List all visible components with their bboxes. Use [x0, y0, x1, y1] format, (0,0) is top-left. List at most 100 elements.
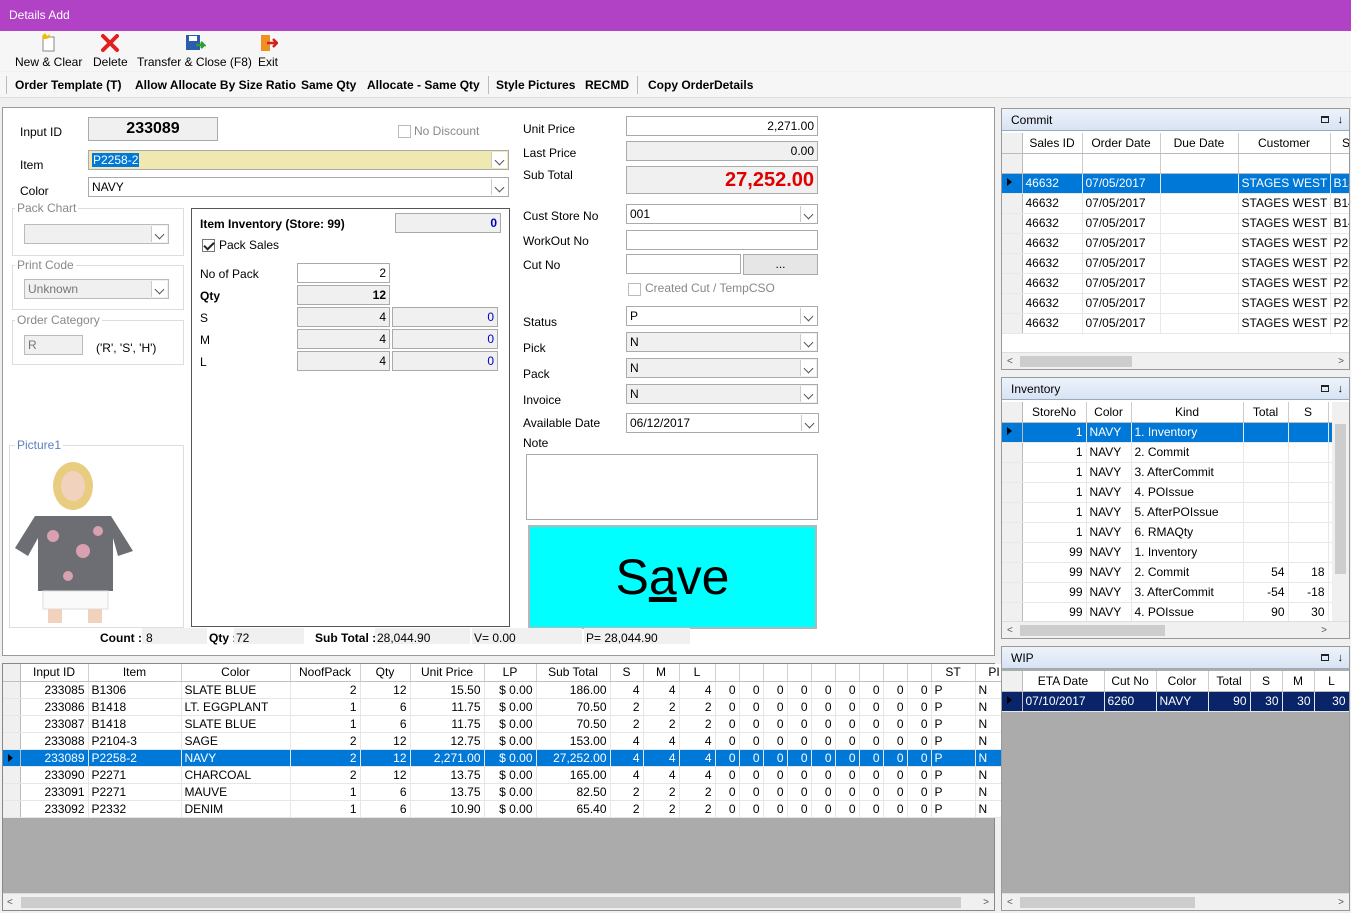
detail-col-header[interactable]: [739, 664, 764, 682]
table-cell[interactable]: 65.40: [536, 800, 611, 818]
table-cell[interactable]: 4: [679, 732, 716, 750]
table-cell[interactable]: 0: [907, 766, 932, 784]
detail-col-header[interactable]: Item: [88, 664, 182, 682]
table-cell[interactable]: 07/05/2017: [1082, 173, 1161, 194]
scroll-thumb[interactable]: [1020, 625, 1165, 636]
table-cell[interactable]: 0: [907, 715, 932, 733]
table-cell[interactable]: B14: [1330, 213, 1349, 234]
table-cell[interactable]: 0: [859, 766, 884, 784]
inventory-col-header[interactable]: Kind: [1131, 402, 1244, 423]
table-cell[interactable]: 6: [360, 783, 411, 801]
table-cell[interactable]: 4: [679, 766, 716, 784]
commit-col-header[interactable]: Order Date: [1082, 133, 1161, 154]
table-cell[interactable]: 0: [835, 732, 860, 750]
table-cell[interactable]: 90: [1208, 691, 1251, 712]
wip-col-header[interactable]: L: [1314, 671, 1349, 692]
table-cell[interactable]: 0: [907, 800, 932, 818]
table-cell[interactable]: 2: [679, 783, 716, 801]
menu-style-pictures[interactable]: Style Pictures: [496, 78, 575, 92]
table-cell[interactable]: P: [931, 698, 976, 716]
table-row[interactable]: 4663207/05/2017 STAGES WESTB14: [1002, 213, 1349, 234]
chevron-down-icon[interactable]: [800, 206, 816, 222]
table-cell[interactable]: SAGE: [181, 732, 291, 750]
table-cell[interactable]: 233089: [20, 749, 89, 767]
table-cell[interactable]: B14: [1330, 193, 1349, 214]
table-cell[interactable]: P: [931, 681, 976, 699]
table-cell[interactable]: 46632: [1022, 173, 1083, 194]
row-header[interactable]: [1002, 691, 1023, 712]
table-cell[interactable]: 4: [643, 749, 680, 767]
row-header[interactable]: [1002, 213, 1023, 234]
row-header[interactable]: [1002, 602, 1023, 622]
row-header[interactable]: [1002, 422, 1023, 443]
table-cell[interactable]: 13.75: [410, 783, 485, 801]
table-cell[interactable]: 233088: [20, 732, 89, 750]
table-cell[interactable]: 1: [1022, 442, 1087, 463]
table-cell[interactable]: NAVY: [1086, 502, 1132, 523]
table-cell[interactable]: 0: [835, 783, 860, 801]
maximize-icon[interactable]: [1321, 385, 1329, 392]
table-cell[interactable]: 12: [360, 749, 411, 767]
table-cell[interactable]: STAGES WEST: [1238, 213, 1331, 234]
table-row[interactable]: 4663207/05/2017 STAGES WESTP22: [1002, 293, 1349, 314]
detail-col-header[interactable]: M: [643, 664, 680, 682]
table-cell[interactable]: 46632: [1022, 253, 1083, 274]
inventory-col-header[interactable]: S: [1288, 402, 1329, 423]
table-cell[interactable]: 3. AfterCommit: [1131, 462, 1244, 483]
detail-col-header[interactable]: Input ID: [20, 664, 89, 682]
table-row[interactable]: 4663207/05/2017 STAGES WESTB14: [1002, 193, 1349, 214]
table-cell[interactable]: 2: [610, 783, 644, 801]
table-cell[interactable]: 13.75: [410, 766, 485, 784]
table-cell[interactable]: 0: [883, 681, 908, 699]
no-of-pack-field[interactable]: 2: [297, 263, 390, 283]
wip-grid[interactable]: ETA Date Cut No Color Total S M L 07/10/2017 62…: [1002, 671, 1349, 731]
row-header[interactable]: [1002, 462, 1023, 483]
table-cell[interactable]: P2271: [88, 766, 182, 784]
detail-col-header[interactable]: Qty: [360, 664, 411, 682]
table-cell[interactable]: 0: [811, 749, 836, 767]
detail-col-header[interactable]: Unit Price: [410, 664, 485, 682]
table-cell[interactable]: [1160, 293, 1239, 314]
table-cell[interactable]: 0: [715, 681, 740, 699]
table-row[interactable]: 4663207/05/2017 STAGES WESTP22: [1002, 273, 1349, 294]
table-cell[interactable]: 0: [715, 698, 740, 716]
table-cell[interactable]: STAGES WEST: [1238, 173, 1331, 194]
table-cell[interactable]: 0: [787, 749, 812, 767]
table-cell[interactable]: $ 0.00: [484, 715, 537, 733]
chevron-down-icon[interactable]: [491, 179, 507, 195]
row-header[interactable]: [1002, 542, 1023, 563]
table-cell[interactable]: P21: [1330, 233, 1349, 254]
table-cell[interactable]: STAGES WEST: [1238, 193, 1331, 214]
table-cell[interactable]: 0: [883, 783, 908, 801]
inventory-col-header[interactable]: Total: [1243, 402, 1289, 423]
table-cell[interactable]: 0: [883, 698, 908, 716]
table-cell[interactable]: 0: [763, 732, 788, 750]
table-cell[interactable]: NAVY: [1086, 562, 1132, 583]
detail-col-header[interactable]: [859, 664, 884, 682]
table-cell[interactable]: P22: [1330, 273, 1349, 294]
table-cell[interactable]: 0: [835, 749, 860, 767]
table-cell[interactable]: 3. AfterCommit: [1131, 582, 1244, 603]
table-cell[interactable]: P: [931, 732, 976, 750]
table-cell[interactable]: LT. EGGPLANT: [181, 698, 291, 716]
detail-col-header[interactable]: Sub Total: [536, 664, 611, 682]
table-cell[interactable]: 0: [715, 715, 740, 733]
table-cell[interactable]: [1288, 462, 1329, 483]
table-cell[interactable]: [1243, 442, 1289, 463]
table-cell[interactable]: 6: [360, 698, 411, 716]
table-cell[interactable]: 0: [763, 783, 788, 801]
table-cell[interactable]: 153.00: [536, 732, 611, 750]
row-header[interactable]: [1002, 173, 1023, 194]
table-row[interactable]: 233089 P2258-2 NAVY 2 12 2,271.00 $ 0.00 27,252…: [3, 749, 1028, 767]
table-cell[interactable]: [1160, 193, 1239, 214]
table-cell[interactable]: 07/05/2017: [1082, 273, 1161, 294]
table-cell[interactable]: 6: [360, 800, 411, 818]
table-cell[interactable]: P2258-2: [88, 749, 182, 767]
table-cell[interactable]: NAVY: [1086, 542, 1132, 563]
table-cell[interactable]: 46632: [1022, 213, 1083, 234]
table-cell[interactable]: 0: [811, 715, 836, 733]
detail-col-header[interactable]: [811, 664, 836, 682]
table-cell[interactable]: B1418: [88, 715, 182, 733]
table-cell[interactable]: 0: [883, 749, 908, 767]
table-cell[interactable]: 18: [1288, 562, 1329, 583]
